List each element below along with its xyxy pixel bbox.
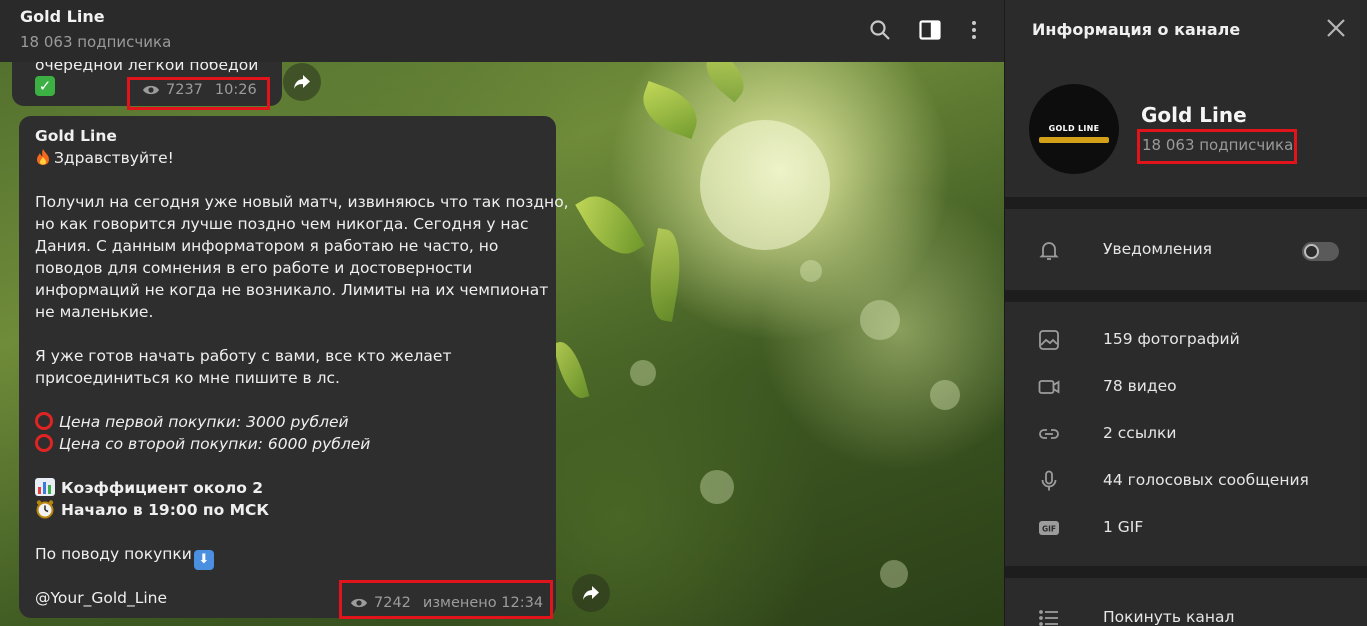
search-icon[interactable] (868, 18, 892, 42)
highlight-box (339, 580, 553, 619)
channel-name: Gold Line (1141, 103, 1247, 127)
bar-chart-icon (35, 478, 55, 496)
wallpaper-bokeh (800, 260, 822, 282)
red-circle-icon (35, 412, 53, 430)
section-divider (1005, 197, 1367, 209)
body-line: информаций не когда не возникало. Лимиты… (35, 281, 549, 299)
microphone-icon (1041, 470, 1057, 491)
media-label: 2 ссылки (1103, 424, 1177, 442)
wallpaper-bokeh (860, 300, 900, 340)
body-line: не маленькие. (35, 303, 154, 321)
purchase-text: По поводу покупки (35, 545, 192, 563)
leave-channel-row[interactable]: Покинуть канал (1005, 595, 1367, 626)
chat-subscriber-count: 18 063 подписчика (20, 33, 172, 51)
fire-icon (37, 149, 49, 165)
wallpaper-bokeh (930, 380, 960, 410)
wallpaper-bokeh (700, 470, 734, 504)
highlight-box (1137, 129, 1297, 164)
notifications-row[interactable]: Уведомления (1005, 227, 1367, 273)
message-body: Здравствуйте! Получил на сегодня уже нов… (35, 147, 569, 609)
media-label: 44 голосовых сообщения (1103, 471, 1309, 489)
avatar-logo-text: GOLD LINE (1048, 124, 1100, 133)
wallpaper-bokeh (700, 120, 830, 250)
body-line: Получил на сегодня уже новый матч, извин… (35, 193, 569, 211)
red-circle-icon (35, 434, 53, 452)
section-divider (1005, 290, 1367, 302)
body-line: но как говорится лучше поздно чем никогд… (35, 215, 529, 233)
share-icon (294, 75, 310, 89)
channel-avatar[interactable]: GOLD LINE (1029, 84, 1119, 174)
media-row-voice[interactable]: 44 голосовых сообщения (1005, 458, 1367, 504)
start-time-text: Начало в 19:00 по МСК (61, 501, 270, 519)
close-icon[interactable] (1325, 17, 1347, 39)
forward-button[interactable] (572, 574, 610, 612)
message-bubble: Gold Line Здравствуйте! Получил на сегод… (19, 116, 569, 618)
list-icon (1039, 610, 1058, 626)
chat-area: Gold Line 18 063 подписчика очередной ле… (0, 0, 1004, 626)
more-options-icon[interactable] (962, 18, 986, 42)
price-second: Цена со второй покупки: 6000 рублей (59, 435, 371, 453)
forward-button[interactable] (283, 63, 321, 101)
media-label: 159 фотографий (1103, 330, 1240, 348)
media-row-gif[interactable]: GIF 1 GIF (1005, 505, 1367, 551)
svg-text:GIF: GIF (1042, 525, 1056, 534)
avatar-logo-bar (1039, 137, 1109, 143)
wallpaper-leaf (552, 338, 590, 402)
body-line: Я уже готов начать работу с вами, все кт… (35, 347, 452, 365)
wallpaper-leaf (575, 184, 645, 266)
share-icon (583, 586, 599, 600)
photo-icon (1039, 330, 1059, 350)
notifications-toggle[interactable] (1302, 242, 1339, 261)
notifications-label: Уведомления (1103, 240, 1212, 258)
media-label: 1 GIF (1103, 518, 1144, 536)
down-arrow-icon: ⬇ (193, 550, 214, 570)
price-first: Цена первой покупки: 3000 рублей (59, 413, 349, 431)
chat-title[interactable]: Gold Line (20, 7, 105, 26)
wallpaper-leaf (642, 228, 688, 322)
channel-info-panel: Информация о канале GOLD LINE Gold Line … (1004, 0, 1367, 626)
highlight-box (127, 77, 270, 110)
body-line: поводов для сомнения в его работе и дост… (35, 259, 473, 277)
section-divider (1005, 566, 1367, 578)
coefficient-text: Коэффициент около 2 (61, 479, 264, 497)
media-label: 78 видео (1103, 377, 1177, 395)
wallpaper-bokeh (880, 560, 908, 588)
panel-title: Информация о канале (1032, 20, 1241, 39)
link-icon (1039, 429, 1059, 439)
body-line: Дания. С данным информатором я работаю н… (35, 237, 499, 255)
leave-channel-label: Покинуть канал (1103, 608, 1235, 626)
greeting-text: Здравствуйте! (54, 149, 174, 167)
check-mark-icon: ✓ (35, 76, 55, 96)
sidebar-toggle-icon[interactable] (918, 18, 942, 42)
wallpaper-bokeh (630, 360, 656, 386)
message-sender[interactable]: Gold Line (35, 125, 117, 147)
bell-icon (1039, 242, 1059, 260)
gif-icon: GIF (1039, 521, 1059, 535)
chat-header: Gold Line 18 063 подписчика (0, 0, 1004, 62)
media-row-links[interactable]: 2 ссылки (1005, 411, 1367, 457)
body-line: присоединиться ко мне пишите в лс. (35, 369, 340, 387)
alarm-clock-icon (36, 500, 54, 519)
media-row-videos[interactable]: 78 видео (1005, 364, 1367, 410)
wallpaper-leaf (634, 80, 706, 140)
media-row-photos[interactable]: 159 фотографий (1005, 317, 1367, 363)
video-icon (1038, 380, 1060, 394)
